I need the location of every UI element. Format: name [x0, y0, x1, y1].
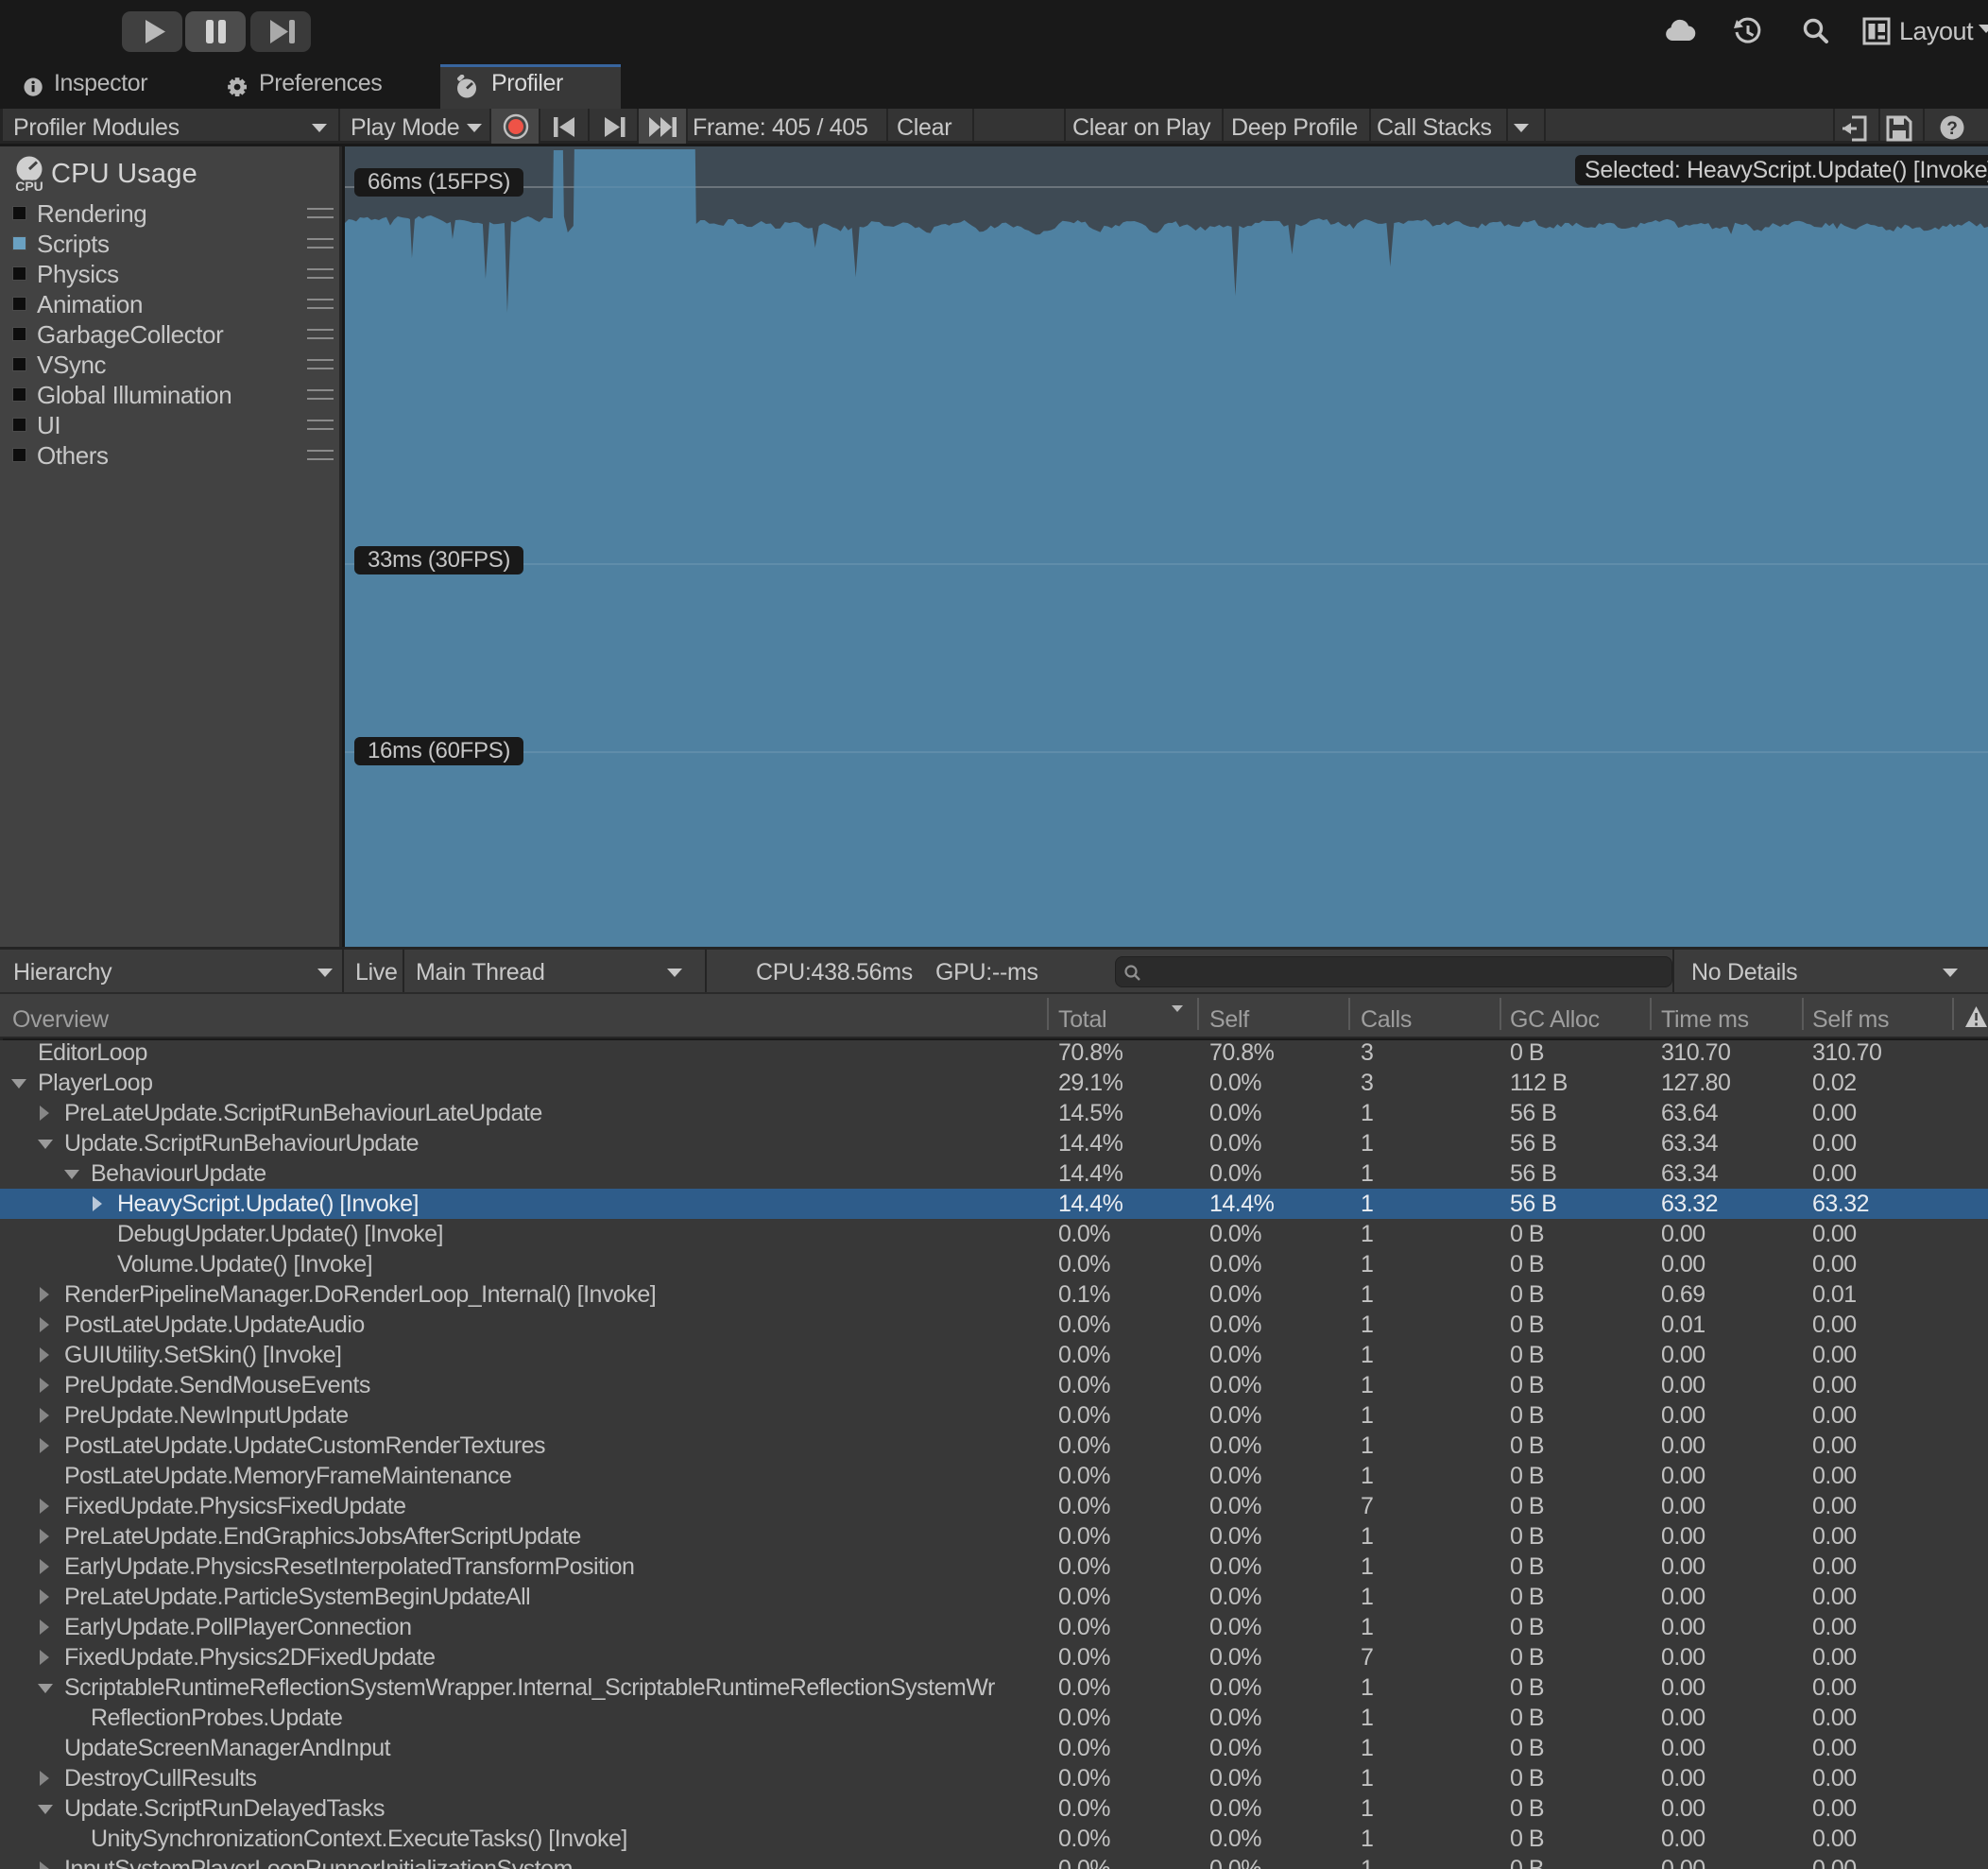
svg-text:?: ? [1946, 119, 1958, 139]
